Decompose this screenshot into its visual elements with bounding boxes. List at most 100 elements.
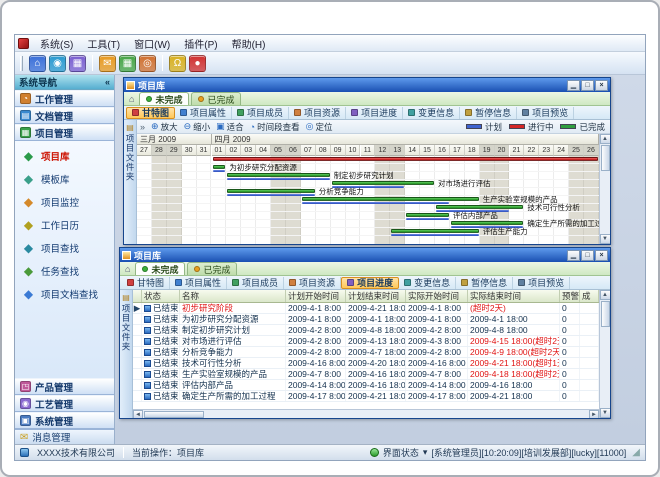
table-row[interactable]: 已结束制定初步研究计划2009-4-2 8:002009-4-8 18:0020… [133,325,599,336]
sidebar-item-项目文档查找[interactable]: ◆项目文档查找 [21,287,108,301]
menu-item[interactable]: 工具(T) [80,39,127,52]
sidebar-item-任务查找[interactable]: ◆任务查找 [21,264,108,278]
scroll-down-icon[interactable]: ▼ [600,234,611,244]
sidebar-item-项目库[interactable]: ◆项目库 [21,149,108,163]
view-tab-变更信息[interactable]: 变更信息 [403,107,460,119]
tab-已完成[interactable]: 已完成 [187,262,237,275]
table-row[interactable]: ▶已结束初步研究阶段2009-4-1 8:002009-4-21 18:0020… [133,303,599,314]
gantt-bar[interactable] [302,197,479,201]
table-row[interactable]: 已结束技术可行性分析2009-4-16 8:002009-4-20 18:002… [133,358,599,369]
scroll-down-icon[interactable]: ▼ [600,408,611,418]
maximize-button[interactable]: □ [581,250,594,261]
tab-已完成[interactable]: 已完成 [191,92,241,105]
gantt-vertical-scrollbar[interactable]: ▲ ▼ [599,134,610,244]
view-tab-项目资源[interactable]: 项目资源 [284,277,341,289]
scroll-thumb[interactable] [144,411,204,418]
toolbar-grip[interactable] [20,56,23,71]
overflow-chevron-icon[interactable]: » [140,122,145,132]
table-row[interactable]: 已结束确定生产所需的加工过程2009-4-17 8:002009-4-21 18… [133,391,599,402]
column-header-实际结束时间[interactable]: 实际结束时间 [468,290,560,302]
resize-grip[interactable]: ◢ [632,447,640,458]
sidebar-group-产品管理[interactable]: ◳产品管理 [15,378,114,395]
sidebar-item-项目监控[interactable]: ◆项目监控 [21,195,108,209]
column-header-计划开始时间[interactable]: 计划开始时间 [286,290,346,302]
table-row[interactable]: 已结束生产实验室规模的产品2009-4-7 8:002009-4-16 18:0… [133,369,599,380]
view-tab-暂停信息[interactable]: 暂停信息 [456,277,513,289]
gantt-bar[interactable] [451,221,524,225]
view-tab-项目资源[interactable]: 项目资源 [289,107,346,119]
column-header-成[interactable]: 成 [580,290,599,302]
gantt-bar[interactable] [227,173,329,177]
view-tab-项目进度[interactable]: 项目进度 [341,277,399,289]
lock-icon[interactable]: Ω [169,55,186,72]
view-tab-项目成员[interactable]: 项目成员 [232,107,289,119]
menu-item[interactable]: 系统(S) [33,39,80,52]
table-row[interactable]: 已结束分析竞争能力2009-4-2 8:002009-4-7 18:002009… [133,347,599,358]
view-tab-甘特图[interactable]: 甘特图 [122,277,170,289]
view-tab-项目属性[interactable]: 项目属性 [170,277,227,289]
maximize-button[interactable]: □ [581,80,594,91]
tab-未完成[interactable]: 未完成 [135,262,185,275]
window-titlebar[interactable]: 项目库 ▁□× [120,248,610,262]
view-tab-项目预览[interactable]: 项目预览 [517,107,574,119]
folder-side-tab[interactable]: ▤ 项目文件夹 [124,120,137,244]
close-button[interactable]: × [595,250,608,261]
gantt-bar[interactable] [213,157,598,161]
view-tab-暂停信息[interactable]: 暂停信息 [460,107,517,119]
table-row[interactable]: 已结束评估内部产品2009-4-14 8:002009-4-16 18:0020… [133,380,599,391]
scroll-up-icon[interactable]: ▲ [600,290,611,300]
gantt-bar[interactable] [227,189,314,193]
sidebar-group-工作管理[interactable]: ◔工作管理 [15,90,114,107]
gantt-tool-定位[interactable]: ◎定位 [306,121,333,133]
table-row[interactable]: 已结束对市场进行评估2009-4-2 8:002009-4-13 18:0020… [133,336,599,347]
system-icon[interactable]: ⌂ [29,55,46,72]
folder-side-tab[interactable]: ▤ 项目文件夹 [120,290,133,418]
calendar-icon[interactable]: ▦ [119,55,136,72]
sidebar-group-系统管理[interactable]: ▣系统管理 [15,412,114,429]
view-tab-项目属性[interactable]: 项目属性 [175,107,232,119]
sidebar-group-项目管理[interactable]: ▦项目管理 [15,124,114,141]
mail-icon[interactable]: ✉ [99,55,116,72]
minimize-button[interactable]: ▁ [567,250,580,261]
table-row[interactable]: 已结束为初步研究分配资源2009-4-1 8:002009-4-1 18:002… [133,314,599,325]
view-tab-项目预览[interactable]: 项目预览 [513,277,570,289]
column-header-计划结束时间[interactable]: 计划结束时间 [346,290,406,302]
save-icon[interactable]: ▦ [69,55,86,72]
scroll-left-icon[interactable]: ◄ [133,410,143,419]
gantt-tool-放大[interactable]: ⊕放大 [151,121,178,133]
search-icon[interactable]: ◎ [139,55,156,72]
gantt-tool-时间段查看[interactable]: ◔时间段查看 [250,121,300,133]
web-icon[interactable]: ◉ [49,55,66,72]
gantt-bar[interactable] [436,205,523,209]
table-horizontal-scrollbar[interactable]: ◄ ► [133,409,599,418]
menu-item[interactable]: 帮助(H) [225,39,273,52]
gantt-tool-缩小[interactable]: ⊖缩小 [184,121,211,133]
column-header-状态[interactable]: 状态 [142,290,180,302]
sidebar-group-工艺管理[interactable]: ◉工艺管理 [15,395,114,412]
column-header-预警[interactable]: 预警 [560,290,580,302]
scroll-right-icon[interactable]: ► [589,410,599,419]
tab-未完成[interactable]: 未完成 [139,92,189,105]
scroll-up-icon[interactable]: ▲ [600,134,611,144]
minimize-button[interactable]: ▁ [567,80,580,91]
sidebar-item-项目查找[interactable]: ◆项目查找 [21,241,108,255]
ui-state-label[interactable]: 界面状态 [383,446,419,459]
sidebar-group-文档管理[interactable]: ▤文档管理 [15,107,114,124]
window-titlebar[interactable]: 项目库 ▁□× [124,78,610,92]
gantt-bar[interactable] [391,229,478,233]
scroll-thumb[interactable] [601,145,610,171]
column-header-名称[interactable]: 名称 [180,290,286,302]
gantt-bar[interactable] [406,213,449,217]
menu-item[interactable]: 窗口(W) [127,39,177,52]
table-vertical-scrollbar[interactable]: ▲ ▼ [599,290,610,418]
view-tab-变更信息[interactable]: 变更信息 [399,277,456,289]
column-header-实际开始时间[interactable]: 实际开始时间 [406,290,468,302]
gantt-bar[interactable] [213,165,226,169]
collapse-icon[interactable]: « [105,77,110,87]
close-button[interactable]: × [595,80,608,91]
chevron-down-icon[interactable]: ▾ [423,447,428,458]
gantt-bar[interactable] [332,181,434,185]
gantt-tool-适合[interactable]: ▣适合 [216,121,244,133]
exit-icon[interactable]: ● [189,55,206,72]
sidebar-item-模板库[interactable]: ◆模板库 [21,172,108,186]
